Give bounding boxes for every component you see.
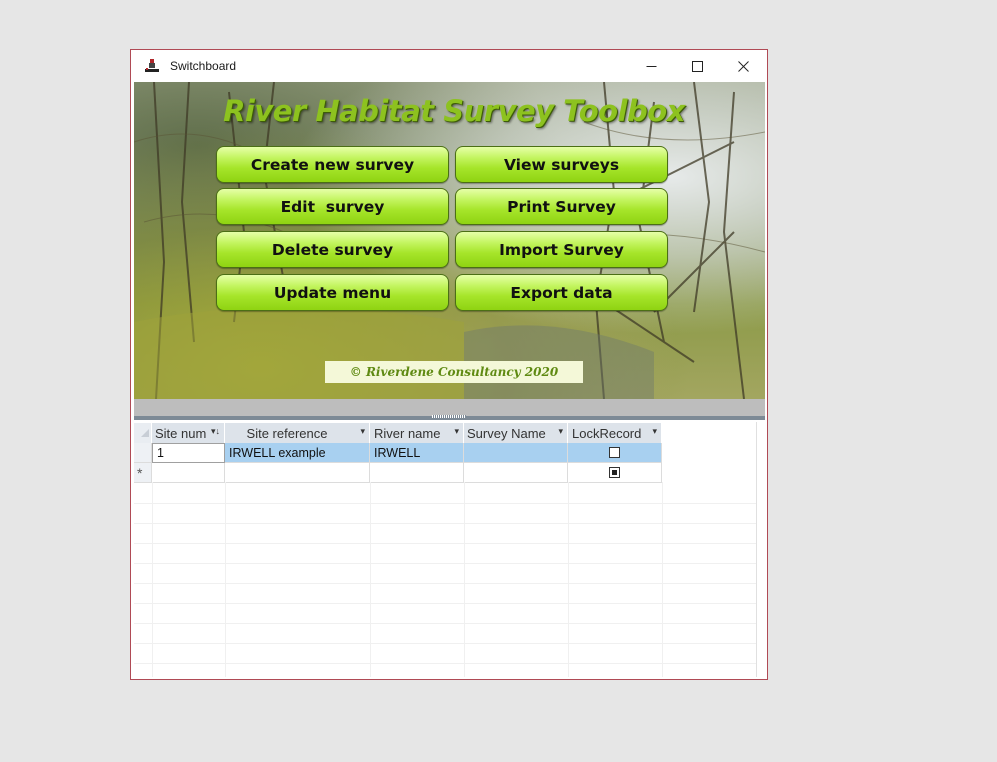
select-all-icon [141, 429, 149, 437]
new-cell-river-name[interactable] [370, 463, 464, 483]
column-header-site-reference[interactable]: Site reference ▾ [225, 423, 370, 443]
select-all-corner[interactable] [134, 423, 152, 443]
grid-line [370, 482, 371, 677]
cell-river-name[interactable]: IRWELL [370, 443, 464, 463]
grid-line [134, 583, 756, 584]
delete-survey-button[interactable]: Delete survey [216, 231, 449, 268]
datasheet-view: Site num ▾↓ Site reference ▾ River name … [134, 422, 765, 677]
dropdown-arrow-icon: ▾ [360, 426, 365, 436]
column-header-river-name[interactable]: River name ▾ [370, 423, 464, 443]
cell-site-num[interactable]: 1 [152, 443, 225, 463]
grid-line [134, 563, 756, 564]
new-cell-site-reference[interactable] [225, 463, 370, 483]
maximize-button[interactable] [674, 50, 720, 82]
minimize-button[interactable] [628, 50, 674, 82]
cell-survey-name[interactable] [464, 443, 568, 463]
create-new-survey-button[interactable]: Create new survey [216, 146, 449, 183]
switchboard-window: Switchboard River Habitat Survey Toolbox… [130, 49, 768, 680]
hero-banner: River Habitat Survey Toolbox Create new … [134, 82, 765, 399]
grid-line [568, 482, 569, 677]
copyright-label: © Riverdene Consultancy 2020 [325, 361, 583, 383]
grid-line [225, 482, 226, 677]
lock-record-checkbox[interactable] [609, 447, 620, 458]
minimize-icon [646, 65, 656, 67]
close-button[interactable] [720, 50, 766, 82]
grid-line [662, 482, 663, 677]
grid-line [464, 482, 465, 677]
cell-lock-record[interactable] [568, 443, 662, 463]
grid-line [134, 603, 756, 604]
split-form-splitter[interactable] [134, 415, 765, 420]
grid-line [134, 523, 756, 524]
edit-survey-button[interactable]: Edit survey [216, 188, 449, 225]
grid-line [152, 482, 153, 677]
new-record-selector[interactable]: * [134, 463, 152, 483]
column-header-lock-record[interactable]: LockRecord ▾ [568, 423, 662, 443]
form-footer-strip [134, 399, 765, 416]
dropdown-arrow-icon: ▾ [454, 426, 459, 436]
grid-line [134, 663, 756, 664]
grid-line [134, 503, 756, 504]
title-bar[interactable]: Switchboard [131, 50, 767, 82]
print-survey-button[interactable]: Print Survey [455, 188, 668, 225]
new-cell-site-num[interactable] [152, 463, 225, 483]
record-selector[interactable] [134, 443, 152, 463]
import-survey-button[interactable]: Import Survey [455, 231, 668, 268]
window-title: Switchboard [170, 59, 237, 73]
new-cell-survey-name[interactable] [464, 463, 568, 483]
column-header-site-num[interactable]: Site num ▾↓ [152, 423, 225, 443]
grid-line [134, 643, 756, 644]
new-cell-lock-record[interactable] [568, 463, 662, 483]
close-icon [737, 60, 749, 72]
export-data-button[interactable]: Export data [455, 274, 668, 311]
datasheet-right-edge [756, 422, 757, 677]
dropdown-arrow-icon: ▾ [558, 426, 563, 436]
grid-line [134, 623, 756, 624]
column-header-survey-name[interactable]: Survey Name ▾ [464, 423, 568, 443]
maximize-icon [691, 60, 703, 72]
dropdown-arrow-icon: ▾ [652, 426, 657, 436]
grid-line [134, 543, 756, 544]
cell-site-reference[interactable]: IRWELL example [225, 443, 370, 463]
view-surveys-button[interactable]: View surveys [455, 146, 668, 183]
sort-ascending-icon: ▾↓ [210, 426, 220, 436]
update-menu-button[interactable]: Update menu [216, 274, 449, 311]
splitter-grip-icon[interactable] [432, 415, 466, 418]
access-form-icon [145, 59, 159, 72]
hero-title: River Habitat Survey Toolbox [223, 94, 685, 128]
lock-record-checkbox[interactable] [609, 467, 620, 478]
